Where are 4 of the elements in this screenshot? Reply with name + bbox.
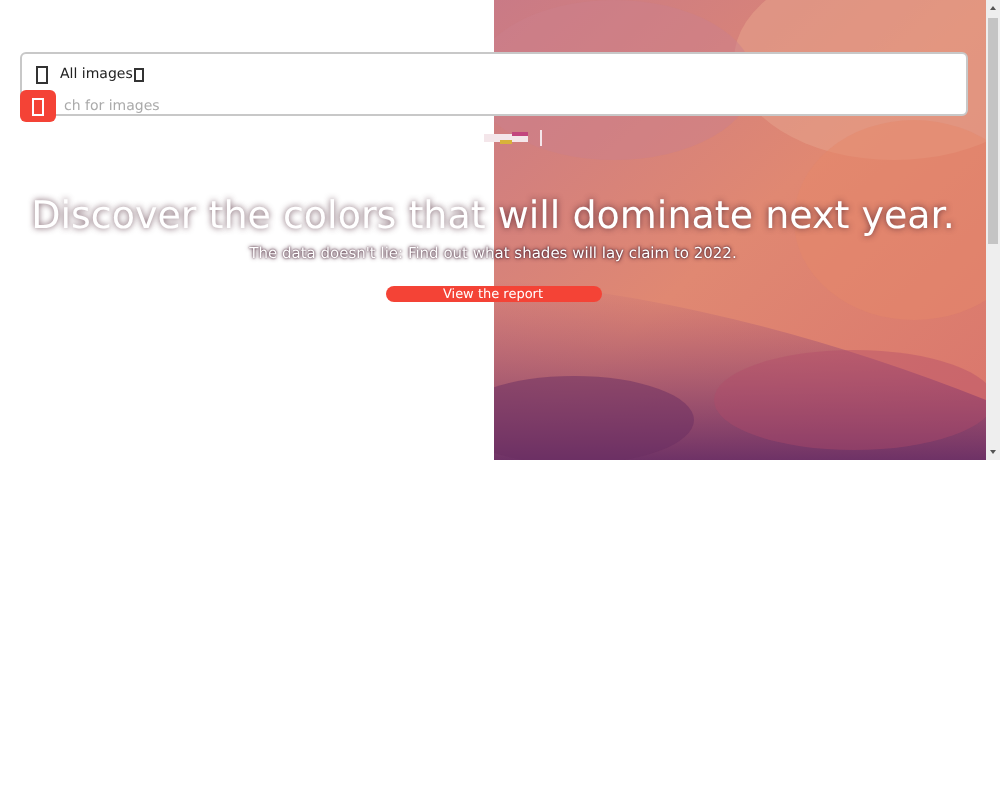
logo-icon	[483, 130, 543, 146]
scrollbar[interactable]	[986, 0, 1000, 460]
search-button[interactable]	[20, 90, 56, 122]
headline: Discover the colors that will dominate next year.	[31, 194, 955, 238]
